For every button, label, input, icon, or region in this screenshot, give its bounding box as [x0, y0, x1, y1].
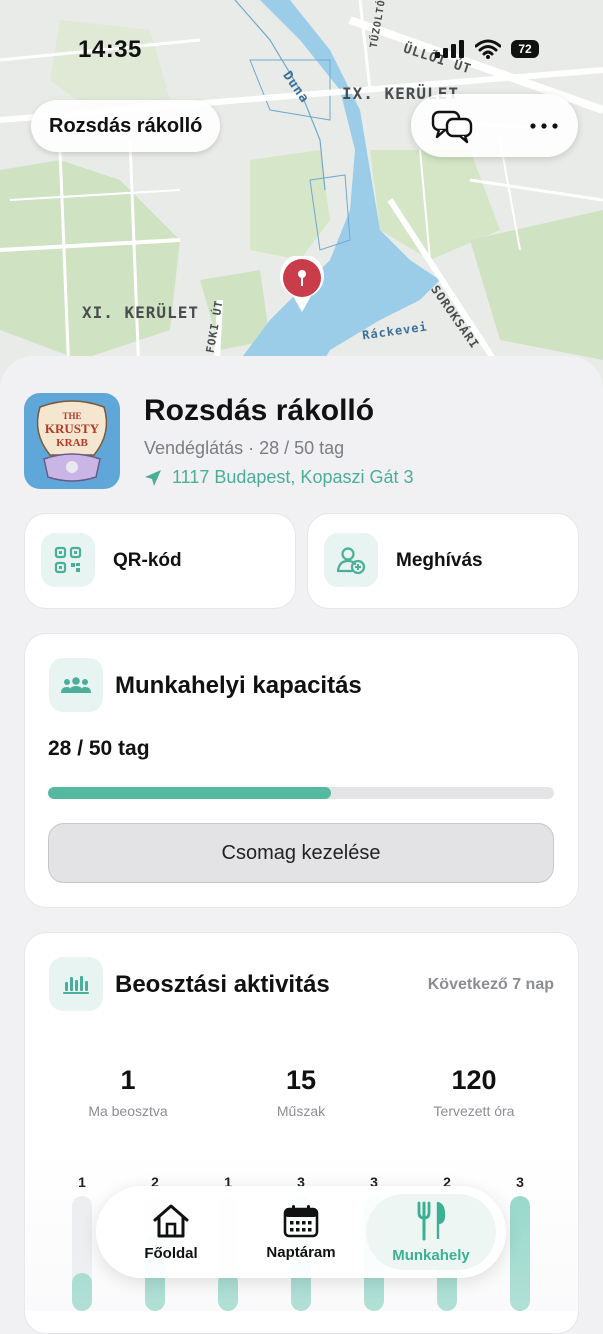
add-person-icon — [336, 547, 366, 574]
stat-hours-value: 120 — [451, 1065, 497, 1095]
tab-workplace-label: Munkahely — [392, 1246, 470, 1264]
bar-chart-icon — [63, 976, 89, 994]
stat-today-value: 1 — [120, 1065, 136, 1095]
wifi-icon — [475, 39, 501, 59]
stat-hours-label: Tervezett óra — [433, 1103, 515, 1119]
status-time: 14:35 — [78, 36, 142, 63]
stat-shifts-value: 15 — [285, 1065, 317, 1095]
capacity-progress-fill — [48, 787, 332, 799]
workplace-title-pill[interactable]: Rozsdás rákolló — [31, 100, 221, 152]
stat-today-label: Ma beosztva — [88, 1103, 168, 1119]
tab-home[interactable]: Főoldal — [106, 1194, 236, 1270]
calendar-icon — [283, 1204, 319, 1237]
invite-label: Meghívás — [396, 550, 483, 571]
location-pin-icon[interactable] — [277, 256, 327, 316]
workplace-logo: THE KRUSTY KRAB — [24, 393, 120, 489]
activity-bar — [510, 1196, 530, 1311]
more-options-button[interactable] — [519, 108, 569, 144]
qr-icon-box — [41, 533, 95, 587]
group-icon — [61, 677, 91, 693]
signal-icon — [435, 40, 464, 58]
tab-calendar[interactable]: Naptáram — [236, 1194, 366, 1270]
chat-bubbles-icon — [431, 110, 473, 144]
activity-bar-fill — [510, 1196, 530, 1311]
navigation-arrow-icon — [145, 469, 161, 486]
workplace-address-link[interactable]: 1117 Budapest, Kopaszi Gát 3 — [144, 467, 414, 488]
krusty-krab-logo-image: THE KRUSTY KRAB — [24, 393, 120, 489]
activity-icon-box — [49, 957, 103, 1011]
invite-icon-box — [324, 533, 378, 587]
home-icon — [153, 1204, 189, 1237]
qr-code-label: QR-kód — [113, 550, 182, 571]
qr-code-button[interactable]: QR-kód — [24, 513, 296, 609]
tab-calendar-label: Naptáram — [266, 1243, 336, 1261]
activity-bar-fill — [218, 1273, 238, 1311]
tab-bar: Főoldal Naptáram Munkahely — [96, 1186, 506, 1278]
capacity-icon-box — [49, 658, 103, 712]
status-bar: 14:35 72 — [0, 30, 603, 70]
activity-bar — [72, 1196, 92, 1311]
activity-bar-label: 1 — [78, 1174, 86, 1190]
capacity-progress-bar — [48, 787, 554, 799]
activity-title: Beosztási aktivitás — [115, 971, 330, 998]
capacity-count: 28 / 50 tag — [48, 737, 150, 760]
capacity-title: Munkahelyi kapacitás — [115, 672, 362, 699]
map-label-district-xi: XI. KERÜLET — [82, 303, 199, 322]
more-dots-icon — [530, 123, 558, 129]
tab-workplace[interactable]: Munkahely — [366, 1194, 496, 1270]
tab-home-label: Főoldal — [144, 1244, 198, 1262]
stat-shifts-label: Műszak — [276, 1103, 326, 1119]
manage-plan-button[interactable]: Csomag kezelése — [48, 823, 554, 883]
workplace-category: Vendéglátás · 28 / 50 tag — [144, 438, 345, 458]
status-icons: 72 — [435, 39, 539, 59]
activity-bar-label: 3 — [516, 1174, 524, 1190]
header-actions — [411, 94, 578, 157]
activity-bar-fill — [72, 1273, 92, 1311]
battery-indicator: 72 — [511, 40, 539, 58]
logo-text-krab: KRAB — [56, 437, 88, 449]
logo-text-krusty: KRUSTY — [45, 421, 100, 436]
chat-button[interactable] — [427, 106, 477, 146]
invite-button[interactable]: Meghívás — [307, 513, 579, 609]
logo-text-the: THE — [62, 411, 81, 421]
qr-code-icon — [54, 546, 82, 574]
fork-knife-icon — [417, 1201, 446, 1240]
activity-range: Következő 7 nap — [427, 976, 554, 993]
workplace-name: Rozsdás rákolló — [144, 394, 375, 427]
workplace-address: 1117 Budapest, Kopaszi Gát 3 — [172, 467, 414, 487]
